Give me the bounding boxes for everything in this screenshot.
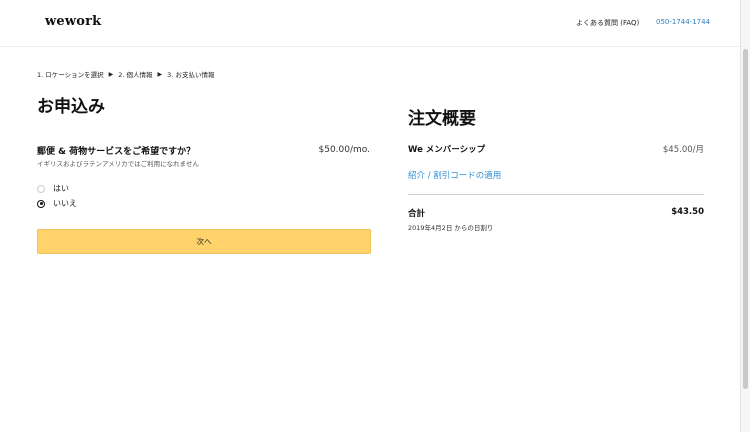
top-header: wework よくある質問 (FAQ) 050-1744-1744 — [0, 0, 740, 47]
summary-divider — [408, 194, 704, 195]
mail-service-question: 郵便 & 荷物サービスをご希望ですか？ — [37, 147, 196, 157]
option-yes-label: はい — [53, 184, 69, 193]
option-yes[interactable]: はい — [37, 183, 69, 194]
order-summary-title: 注文概要 — [408, 109, 476, 129]
breadcrumb-step-payment: 3. お支払い情報 — [167, 71, 215, 79]
total-prorate-note: 2019年4月2日 からの日割り — [408, 224, 494, 232]
page-title: お申込み — [37, 97, 105, 117]
next-button[interactable]: 次へ — [37, 229, 371, 254]
chevron-right-icon: ▶ — [157, 70, 163, 78]
promo-code-link[interactable]: 紹介 / 割引コードの適用 — [408, 169, 501, 181]
breadcrumb-step-location[interactable]: 1. ロケーションを選択 — [37, 69, 104, 79]
total-label: 合計 — [408, 209, 426, 219]
membership-price: $45.00/月 — [662, 145, 704, 155]
faq-link[interactable]: よくある質問 (FAQ) — [576, 18, 639, 28]
membership-label: We メンバーシップ — [408, 145, 486, 155]
page-scrollbar[interactable] — [740, 0, 750, 432]
breadcrumb-step-personal[interactable]: 2. 個人情報 — [118, 69, 152, 79]
breadcrumb: 1. ロケーションを選択 ▶ 2. 個人情報 ▶ 3. お支払い情報 — [37, 69, 215, 80]
radio-yes[interactable] — [37, 184, 45, 193]
wework-logo[interactable]: wework — [45, 14, 101, 29]
scrollbar-thumb[interactable] — [743, 49, 748, 389]
option-no[interactable]: いいえ — [37, 198, 77, 209]
radio-no[interactable] — [37, 199, 45, 208]
mail-service-price: $50.00/mo. — [318, 145, 371, 155]
chevron-right-icon: ▶ — [108, 70, 114, 78]
option-no-label: いいえ — [53, 199, 77, 208]
phone-link[interactable]: 050-1744-1744 — [656, 18, 710, 26]
total-value: $43.50 — [671, 207, 704, 217]
mail-service-note: イギリスおよびラテンアメリカではご利用になれません — [37, 160, 199, 168]
